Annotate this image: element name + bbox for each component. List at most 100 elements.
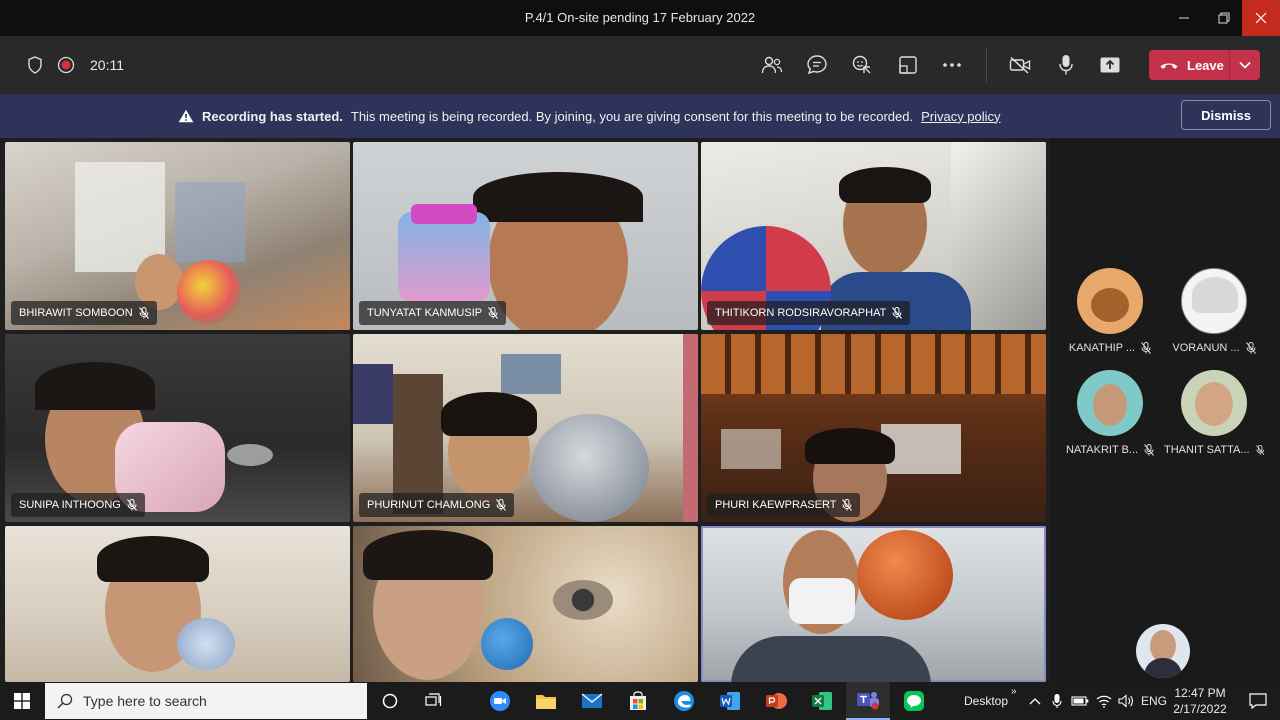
held-jar <box>398 212 490 302</box>
avatar <box>1181 268 1247 334</box>
video-tile[interactable]: TUNYATAT KANMUSIP <box>353 142 698 330</box>
banner-message: This meeting is being recorded. By joini… <box>350 108 914 124</box>
file-explorer-button[interactable] <box>524 682 568 720</box>
roster-name-row: KANATHIP ... <box>1060 342 1160 354</box>
restore-icon <box>1218 12 1230 24</box>
powerpoint-app-button[interactable] <box>754 682 798 720</box>
leave-main[interactable]: Leave <box>1149 50 1229 80</box>
participants-button[interactable] <box>757 36 787 94</box>
chevron-up-icon <box>1029 698 1041 705</box>
tray-wifi[interactable] <box>1093 682 1115 720</box>
cortana-button[interactable] <box>368 682 412 720</box>
word-app-button[interactable] <box>708 682 752 720</box>
line-icon <box>904 691 924 711</box>
roster-participant[interactable]: VORANUN ... <box>1164 268 1264 354</box>
held-ball <box>857 530 953 620</box>
curtain <box>683 334 698 522</box>
tray-microphone[interactable] <box>1046 682 1068 720</box>
tray-battery[interactable] <box>1069 682 1091 720</box>
dismiss-button[interactable]: Dismiss <box>1181 100 1271 130</box>
shield-icon <box>28 56 42 74</box>
meeting-info-button[interactable] <box>22 36 48 94</box>
mic-muted-icon <box>1141 342 1151 354</box>
mic-muted-icon <box>138 307 149 319</box>
show-hidden-icons-button[interactable] <box>1024 682 1046 720</box>
notification-icon <box>1249 693 1267 709</box>
restore-button[interactable] <box>1204 0 1244 36</box>
input-language-indicator[interactable]: ENG <box>1141 682 1167 720</box>
participant-name: PHURI KAEWPRASERT <box>715 499 837 511</box>
notifications-button[interactable] <box>1236 682 1280 720</box>
participant-name: THITIKORN RODSIRAVORAPHAT <box>715 307 887 319</box>
leave-button[interactable]: Leave <box>1149 50 1260 80</box>
roster-name-row: VORANUN ... <box>1164 342 1264 354</box>
video-tile[interactable]: BHIRAWIT SOMBOON <box>5 142 350 330</box>
toolbar-expand-chevron[interactable]: » <box>1011 672 1017 710</box>
taskbar-clock[interactable]: 12:47 PM 2/17/2022 <box>1168 685 1232 717</box>
hang-up-icon <box>1160 63 1178 69</box>
desktop-toolbar-label[interactable]: Desktop <box>964 682 1008 720</box>
camera-toggle-button[interactable] <box>1005 36 1035 94</box>
participant-hair <box>441 392 537 436</box>
teams-app-button[interactable] <box>846 682 890 720</box>
record-icon <box>57 56 75 74</box>
teams-icon <box>857 692 879 710</box>
roster-name: KANATHIP ... <box>1068 342 1136 354</box>
leave-options-button[interactable] <box>1230 50 1260 80</box>
roster-participant[interactable]: KANATHIP ... <box>1060 268 1160 354</box>
word-icon <box>720 692 740 710</box>
clock-date: 2/17/2022 <box>1173 702 1227 716</box>
self-video-preview[interactable] <box>1136 624 1190 678</box>
mail-app-button[interactable] <box>570 682 614 720</box>
window-title: P.4/1 On-site pending 17 February 2022 <box>524 10 756 25</box>
edge-app-button[interactable] <box>662 682 706 720</box>
roster-name: THANIT SATTA... <box>1164 444 1250 456</box>
mic-toggle-button[interactable] <box>1051 36 1081 94</box>
banner-text: Recording has started. This meeting is b… <box>178 94 1001 138</box>
video-tile[interactable]: PHURI KAEWPRASERT <box>701 334 1046 522</box>
roster-name-row: NATAKRIT B... <box>1060 444 1160 456</box>
powerpoint-icon <box>766 693 787 709</box>
minimize-icon <box>1179 17 1189 19</box>
tray-volume[interactable] <box>1115 682 1137 720</box>
chat-button[interactable] <box>802 36 832 94</box>
store-app-button[interactable] <box>616 682 660 720</box>
participant-nametag: THITIKORN RODSIRAVORAPHAT <box>707 301 911 325</box>
share-content-button[interactable] <box>1095 36 1125 94</box>
task-view-button[interactable] <box>412 682 456 720</box>
task-view-icon <box>425 693 442 706</box>
jar-lid <box>411 204 477 224</box>
participant-hair <box>363 530 493 580</box>
roster-participant[interactable]: THANIT SATTA... <box>1164 370 1264 456</box>
rooms-icon <box>899 56 917 74</box>
line-app-button[interactable] <box>892 682 936 720</box>
avatar-picture <box>1192 277 1238 313</box>
video-tile-speaking[interactable] <box>701 526 1046 682</box>
participant-hair <box>97 536 209 582</box>
reactions-button[interactable] <box>847 36 877 94</box>
more-actions-button[interactable] <box>937 36 967 94</box>
minimize-button[interactable] <box>1164 0 1204 36</box>
roster-participant[interactable]: NATAKRIT B... <box>1060 370 1160 456</box>
video-tile[interactable]: THITIKORN RODSIRAVORAPHAT <box>701 142 1046 330</box>
excel-app-button[interactable] <box>800 682 844 720</box>
close-icon <box>1255 12 1267 24</box>
ceiling-beams <box>701 334 1046 394</box>
close-button[interactable] <box>1242 0 1280 36</box>
participant-nametag: SUNIPA INTHOONG <box>11 493 145 517</box>
taskbar-search-box[interactable]: Type here to search <box>45 683 367 719</box>
teams-meeting-window: P.4/1 On-site pending 17 February 2022 2… <box>0 0 1280 720</box>
video-tile[interactable] <box>5 526 350 682</box>
participant-name: BHIRAWIT SOMBOON <box>19 307 133 319</box>
video-tile[interactable]: PHURINUT CHAMLONG <box>353 334 698 522</box>
privacy-policy-link[interactable]: Privacy policy <box>921 109 1000 124</box>
banner-headline: Recording has started. <box>202 108 343 124</box>
video-tile[interactable] <box>353 526 698 682</box>
video-tile[interactable]: SUNIPA INTHOONG <box>5 334 350 522</box>
breakout-rooms-button[interactable] <box>893 36 923 94</box>
start-button[interactable] <box>0 682 44 720</box>
mic-muted-icon <box>1255 444 1264 455</box>
wall-poster <box>501 354 561 394</box>
participant-name: TUNYATAT KANMUSIP <box>367 307 483 319</box>
zoom-app-button[interactable] <box>478 682 522 720</box>
